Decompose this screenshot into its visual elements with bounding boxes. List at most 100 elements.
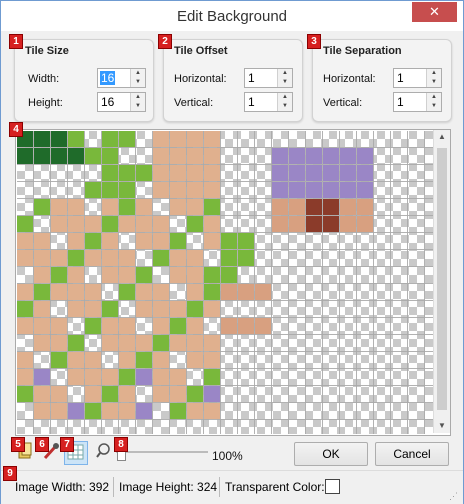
dirt-tile: [170, 335, 186, 351]
spin-down-icon[interactable]: ▼: [131, 78, 145, 87]
grass-tile: [102, 182, 118, 198]
dirt-tile: [170, 131, 186, 147]
spin-up-icon[interactable]: ▲: [278, 93, 292, 102]
offset-horizontal-value[interactable]: 1: [248, 71, 255, 85]
dirt-tile: [34, 233, 50, 249]
grass-tile: [34, 199, 50, 215]
width-spin-buttons[interactable]: ▲ ▼: [130, 69, 145, 87]
offset-vertical-value[interactable]: 1: [248, 95, 255, 109]
cancel-button[interactable]: Cancel: [375, 442, 449, 466]
scroll-down-icon[interactable]: ▼: [434, 419, 450, 433]
separation-horizontal-value[interactable]: 1: [397, 71, 404, 85]
dirt-tile: [119, 386, 135, 402]
dirt-tile: [85, 284, 101, 300]
dirt-tile: [170, 165, 186, 181]
resize-grip-icon[interactable]: ⋰: [449, 491, 459, 501]
spin-down-icon[interactable]: ▼: [131, 102, 145, 111]
grass-tile: [170, 318, 186, 334]
shadow-tile: [204, 386, 220, 402]
spin-down-icon[interactable]: ▼: [278, 102, 292, 111]
offset-vertical-label: Vertical:: [174, 97, 214, 109]
offset-vertical-spinner[interactable]: 1 ▲ ▼: [244, 92, 293, 112]
dirt-tile: [136, 216, 152, 232]
dirt-tile: [17, 318, 33, 334]
fence-tile: [255, 318, 271, 334]
grass-tile: [153, 335, 169, 351]
dirt-tile: [68, 284, 84, 300]
close-button[interactable]: ✕: [412, 2, 457, 22]
dirt-tile: [204, 216, 220, 232]
zoom-button[interactable]: [95, 441, 113, 463]
dirt-tile: [34, 386, 50, 402]
grass-tile: [17, 386, 33, 402]
dirt-tile: [34, 335, 50, 351]
badge-2: 2: [158, 34, 172, 49]
separation-vertical-spinner[interactable]: 1 ▲ ▼: [393, 92, 442, 112]
vertical-scrollbar[interactable]: ▲ ▼: [433, 130, 450, 433]
grid-line: [17, 164, 433, 165]
grid-line: [17, 147, 433, 148]
tileset-canvas[interactable]: [17, 131, 433, 434]
spin-up-icon[interactable]: ▲: [427, 93, 441, 102]
tile-offset-group: Tile Offset Horizontal: 1 ▲ ▼ Vertical: 1…: [163, 39, 303, 122]
spin-down-icon[interactable]: ▼: [427, 78, 441, 87]
height-spin-buttons[interactable]: ▲ ▼: [130, 93, 145, 111]
separation-vertical-value[interactable]: 1: [397, 95, 404, 109]
dirt-tile: [136, 199, 152, 215]
dirt-tile: [68, 199, 84, 215]
dirt-tile: [204, 148, 220, 164]
dirt-tile: [153, 216, 169, 232]
offset-horizontal-spinner[interactable]: 1 ▲ ▼: [244, 68, 293, 88]
ok-button[interactable]: OK: [294, 442, 368, 466]
spin-down-icon[interactable]: ▼: [427, 102, 441, 111]
grass-tile: [17, 216, 33, 232]
spin-up-icon[interactable]: ▲: [131, 69, 145, 78]
dirt-tile: [68, 233, 84, 249]
dirt-tile: [136, 284, 152, 300]
dirt-tile: [34, 250, 50, 266]
spin-up-icon[interactable]: ▲: [131, 93, 145, 102]
fence-tile: [255, 284, 271, 300]
grass-tile: [119, 284, 135, 300]
brick-tile: [357, 199, 373, 215]
separation-horizontal-spin-buttons[interactable]: ▲ ▼: [426, 69, 441, 87]
dirt-tile: [204, 335, 220, 351]
dirt-tile: [187, 148, 203, 164]
dirt-tile: [51, 284, 67, 300]
grass-tile: [102, 131, 118, 147]
scroll-up-icon[interactable]: ▲: [434, 130, 450, 144]
dirt-tile: [187, 199, 203, 215]
badge-4: 4: [9, 122, 23, 137]
width-spinner[interactable]: 16 ▲ ▼: [97, 68, 146, 88]
transparent-color-swatch[interactable]: [325, 479, 340, 494]
fence-tile: [221, 318, 237, 334]
dirt-tile: [85, 386, 101, 402]
status-separator: [219, 477, 220, 497]
width-value[interactable]: 16: [100, 71, 116, 85]
dirt-tile: [204, 165, 220, 181]
roof-tile: [357, 148, 373, 164]
tile-offset-title: Tile Offset: [174, 45, 228, 57]
spin-up-icon[interactable]: ▲: [278, 69, 292, 78]
dirt-tile: [170, 301, 186, 317]
badge-8: 8: [114, 437, 128, 452]
dirt-tile: [51, 199, 67, 215]
grass-tile: [204, 267, 220, 283]
grass-tile: [136, 267, 152, 283]
dirt-tile: [153, 165, 169, 181]
height-value[interactable]: 16: [101, 95, 114, 109]
scrollbar-thumb[interactable]: [437, 148, 447, 410]
separation-horizontal-spinner[interactable]: 1 ▲ ▼: [393, 68, 442, 88]
dirt-tile: [136, 301, 152, 317]
offset-vertical-spin-buttons[interactable]: ▲ ▼: [277, 93, 292, 111]
status-bar: Image Width: 392 Image Height: 324 Trans…: [1, 470, 463, 504]
tileset-preview-panel[interactable]: ▲ ▼: [15, 129, 451, 436]
height-spinner[interactable]: 16 ▲ ▼: [97, 92, 146, 112]
status-separator: [113, 477, 114, 497]
zoom-slider[interactable]: [114, 441, 209, 463]
separation-vertical-spin-buttons[interactable]: ▲ ▼: [426, 93, 441, 111]
spin-up-icon[interactable]: ▲: [427, 69, 441, 78]
offset-horizontal-spin-buttons[interactable]: ▲ ▼: [277, 69, 292, 87]
dirt-tile: [170, 199, 186, 215]
spin-down-icon[interactable]: ▼: [278, 78, 292, 87]
